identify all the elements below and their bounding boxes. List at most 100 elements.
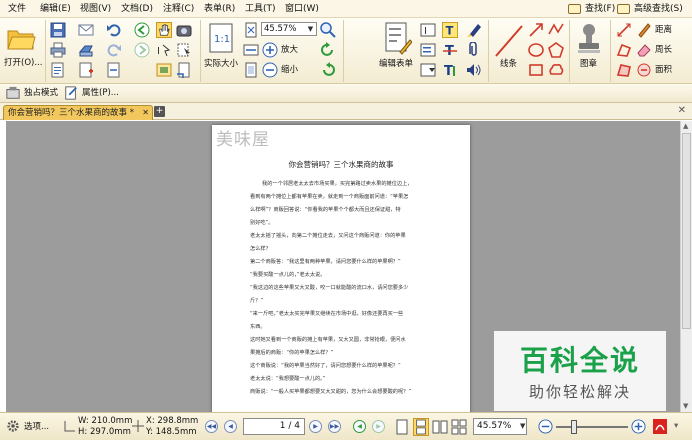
- edit-form-icon[interactable]: [384, 22, 412, 56]
- lines-label[interactable]: 线条: [500, 59, 517, 69]
- actual-size-icon[interactable]: 1:1: [208, 23, 234, 53]
- exclusive-mode-button[interactable]: 独占模式: [24, 88, 58, 98]
- rectangle-tool-icon[interactable]: [528, 62, 544, 78]
- chevron-down-icon[interactable]: ▼: [520, 421, 525, 431]
- polyline-tool-icon[interactable]: [548, 22, 564, 38]
- new-tab-button[interactable]: +: [154, 106, 165, 117]
- menu-view[interactable]: 视图(V): [80, 3, 111, 15]
- fit-page-icon[interactable]: [243, 22, 259, 38]
- save-icon[interactable]: [50, 22, 66, 38]
- actual-size-label[interactable]: 实际大小: [204, 59, 238, 69]
- gear-icon[interactable]: [6, 419, 20, 433]
- list-box-icon[interactable]: [420, 42, 436, 58]
- menu-file[interactable]: 文件: [8, 3, 26, 15]
- menu-edit[interactable]: 编辑(E): [40, 3, 71, 15]
- document-tab[interactable]: 你会营销吗？三个水果商的故事 * ✕: [3, 105, 153, 120]
- arrow-tool-icon[interactable]: [528, 22, 544, 38]
- zoom-in-icon[interactable]: [631, 419, 646, 434]
- menu-tools[interactable]: 工具(T): [245, 3, 276, 15]
- vertical-scrollbar[interactable]: ▲ ▼: [680, 121, 692, 412]
- single-page-view-icon[interactable]: [395, 419, 409, 435]
- menu-document[interactable]: 文档(D): [121, 3, 153, 15]
- select-text-icon[interactable]: I: [156, 42, 172, 58]
- zoom-slider-track[interactable]: [556, 426, 628, 428]
- zoom-in-label[interactable]: 放大: [281, 45, 298, 55]
- previous-page-button[interactable]: ◀: [224, 420, 237, 433]
- pin-icon[interactable]: [636, 62, 652, 78]
- stamp-icon[interactable]: [576, 22, 602, 56]
- eraser-icon[interactable]: [636, 42, 652, 58]
- menu-comment[interactable]: 注释(C): [163, 3, 194, 15]
- rotate-right-icon[interactable]: [320, 62, 336, 78]
- hand-tool-icon[interactable]: [156, 22, 172, 38]
- options-button[interactable]: 选项...: [24, 422, 49, 432]
- properties-button[interactable]: 属性(P)...: [82, 88, 119, 98]
- last-page-button[interactable]: ▶▶: [328, 420, 341, 433]
- zoom-slider-thumb[interactable]: [571, 420, 577, 434]
- status-zoom-select[interactable]: 45.57%: [473, 418, 527, 435]
- ribbon-zoom-select[interactable]: 45.57% ▼: [261, 22, 317, 36]
- close-icon[interactable]: ✕: [678, 105, 686, 116]
- undo-icon[interactable]: [106, 22, 122, 38]
- rectangle-select-icon[interactable]: [156, 62, 172, 78]
- snapshot-icon[interactable]: [176, 22, 192, 38]
- insert-page-icon[interactable]: [106, 62, 122, 78]
- first-page-button[interactable]: ◀◀: [205, 420, 218, 433]
- typewriter-icon[interactable]: T: [442, 22, 458, 38]
- text-field-icon[interactable]: I: [420, 22, 436, 38]
- open-folder-icon[interactable]: [6, 25, 36, 51]
- page-number-input[interactable]: 1 / 4: [243, 418, 305, 435]
- status-dropdown-icon[interactable]: ▾: [674, 421, 678, 431]
- stamp-label[interactable]: 图章: [580, 59, 597, 69]
- next-view-button[interactable]: ▶: [372, 420, 385, 433]
- menu-form[interactable]: 表单(R): [204, 3, 235, 15]
- scroll-down-icon[interactable]: ▼: [683, 402, 688, 410]
- zoom-out-icon[interactable]: [262, 62, 278, 78]
- facing-view-icon[interactable]: [432, 419, 448, 435]
- exclusive-mode-icon[interactable]: [6, 86, 20, 100]
- advanced-find-button[interactable]: 高级查找(S): [614, 1, 683, 17]
- properties-icon[interactable]: [64, 86, 78, 100]
- close-tab-icon[interactable]: ✕: [142, 106, 149, 120]
- replace-text-icon[interactable]: T: [442, 62, 458, 78]
- continuous-facing-view-icon[interactable]: [451, 419, 467, 435]
- strikeout-text-icon[interactable]: T: [442, 42, 458, 58]
- polygon-tool-icon[interactable]: [548, 42, 564, 58]
- open-label[interactable]: 打开(O)...: [4, 58, 42, 68]
- continuous-view-icon[interactable]: [413, 418, 429, 436]
- zoom-out-label[interactable]: 缩小: [281, 65, 298, 75]
- fit-width-icon[interactable]: [243, 42, 259, 58]
- previous-view-button[interactable]: ◀: [353, 420, 366, 433]
- combo-box-icon[interactable]: [420, 62, 436, 78]
- attachment-icon[interactable]: [466, 42, 482, 58]
- menu-window[interactable]: 窗口(W): [285, 3, 319, 15]
- zoom-out-icon[interactable]: [538, 419, 553, 434]
- new-page-icon[interactable]: [78, 62, 94, 78]
- select-object-icon[interactable]: [176, 42, 192, 58]
- cloud-tool-icon[interactable]: [548, 62, 564, 78]
- forward-arrow-icon[interactable]: [134, 42, 150, 58]
- line-tool-icon[interactable]: [494, 24, 524, 58]
- highlight-pen-icon[interactable]: [466, 22, 482, 38]
- pencil-icon[interactable]: [636, 22, 652, 38]
- crop-page-icon[interactable]: [176, 62, 192, 78]
- find-button[interactable]: 查找(F): [565, 1, 615, 17]
- perimeter-tool-icon[interactable]: [616, 42, 632, 58]
- perimeter-label[interactable]: 周长: [655, 45, 672, 55]
- back-arrow-icon[interactable]: [134, 22, 150, 38]
- next-page-button[interactable]: ▶: [309, 420, 322, 433]
- scroll-up-icon[interactable]: ▲: [683, 122, 688, 130]
- scan-icon[interactable]: [78, 42, 94, 58]
- ellipse-tool-icon[interactable]: [528, 42, 544, 58]
- sound-icon[interactable]: [466, 62, 482, 78]
- email-icon[interactable]: [78, 22, 94, 38]
- distance-tool-icon[interactable]: [616, 22, 632, 38]
- print-icon[interactable]: [50, 42, 66, 58]
- zoom-in-icon[interactable]: [262, 42, 278, 58]
- document-properties-icon[interactable]: [50, 62, 66, 78]
- edit-form-label[interactable]: 编辑表单: [379, 59, 413, 69]
- scrollbar-thumb[interactable]: [682, 133, 691, 329]
- rotate-left-icon[interactable]: [320, 42, 336, 58]
- redo-icon[interactable]: [106, 42, 122, 58]
- area-tool-icon[interactable]: [616, 62, 632, 78]
